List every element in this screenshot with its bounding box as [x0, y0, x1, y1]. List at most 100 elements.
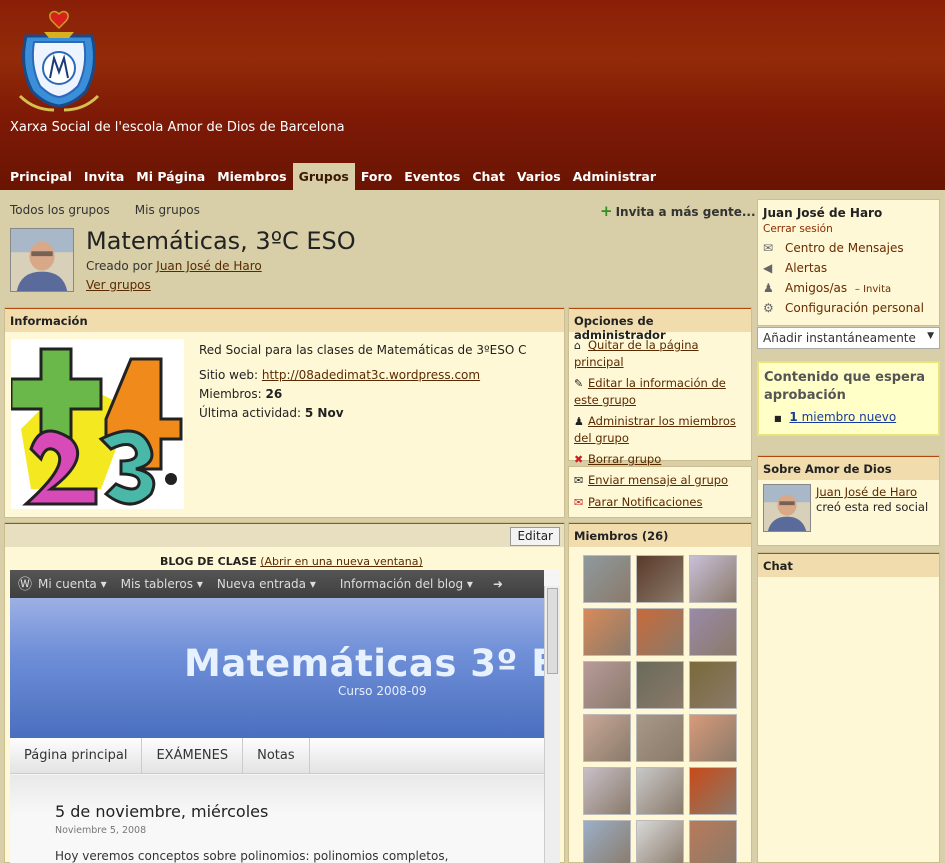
open-new-window-link[interactable]: (Abrir en una nueva ventana): [260, 555, 423, 568]
members-panel: Miembros (26): [568, 522, 752, 863]
member-avatar[interactable]: [689, 661, 737, 709]
blog-tabs: Página principal EXÁMENES Notas: [10, 738, 544, 774]
member-avatar[interactable]: [636, 820, 684, 863]
blog-caption: BLOG DE CLASE (Abrir en una nueva ventan…: [160, 555, 423, 568]
site-tagline: Xarxa Social de l'escola Amor de Dios de…: [10, 120, 345, 135]
info-details: Red Social para las clases de Matemática…: [199, 341, 526, 423]
blog-tab-exams[interactable]: EXÁMENES: [142, 738, 244, 773]
edit-button[interactable]: Editar: [510, 527, 560, 546]
group-created-by: Creado por Juan José de Haro: [86, 259, 262, 273]
manage-members-link[interactable]: ♟ Administrar los miembros del grupo: [569, 413, 751, 446]
about-description: creó esta red social: [816, 500, 929, 514]
scrollbar-thumb[interactable]: [547, 588, 558, 674]
members-heading: Miembros (26): [569, 523, 751, 547]
website-row: Sitio web: http://08adedimat3c.wordpress…: [199, 366, 526, 385]
logout-link[interactable]: Cerrar sesión: [763, 223, 934, 235]
blog-panel: Editar BLOG DE CLASE (Abrir en una nueva…: [4, 522, 565, 863]
send-message-link[interactable]: ✉ Enviar mensaje al grupo: [569, 472, 751, 489]
gear-icon: ⚙: [763, 301, 774, 315]
group-avatar[interactable]: [10, 228, 74, 292]
scrollbar[interactable]: [544, 586, 560, 863]
about-panel: Sobre Amor de Dios Juan José de Haro cre…: [757, 455, 940, 546]
member-avatar[interactable]: [583, 714, 631, 762]
member-avatar[interactable]: [636, 608, 684, 656]
main-nav: Principal Invita Mi Página Miembros Grup…: [4, 163, 662, 190]
pencil-icon: ✎: [574, 377, 584, 390]
edit-group-link[interactable]: ✎ Editar la información de este grupo: [569, 375, 751, 408]
member-avatar[interactable]: [583, 661, 631, 709]
nav-administrar[interactable]: Administrar: [567, 163, 662, 190]
all-groups-link[interactable]: Todos los grupos: [10, 203, 110, 217]
nav-grupos[interactable]: Grupos: [292, 163, 355, 190]
nav-invita[interactable]: Invita: [78, 163, 130, 190]
nav-varios[interactable]: Varios: [511, 163, 567, 190]
wp-menu-dashboards[interactable]: Mis tableros ▾: [121, 577, 203, 591]
blog-iframe[interactable]: Ⓦ Mi cuenta ▾ Mis tableros ▾ Nueva entra…: [10, 570, 560, 863]
view-groups-link[interactable]: Ver grupos: [86, 278, 151, 292]
member-avatar[interactable]: [636, 767, 684, 815]
user-icon: ♟: [763, 281, 774, 295]
messages-link[interactable]: ✉ Centro de Mensajes: [763, 241, 934, 255]
member-avatar[interactable]: [689, 714, 737, 762]
blog-subtitle: Curso 2008-09: [338, 684, 427, 698]
post-body: Hoy veremos conceptos sobre polinomios: …: [55, 849, 449, 863]
member-avatar[interactable]: [583, 555, 631, 603]
member-avatar[interactable]: [636, 714, 684, 762]
about-heading: Sobre Amor de Dios: [758, 456, 939, 480]
plus-icon: +: [600, 202, 613, 220]
activity-label: Última actividad:: [199, 406, 302, 420]
nav-miembros[interactable]: Miembros: [211, 163, 292, 190]
member-avatar[interactable]: [583, 767, 631, 815]
wp-menu-account[interactable]: Mi cuenta ▾: [38, 577, 107, 591]
invite-more-link[interactable]: + Invita a más gente...: [600, 202, 756, 220]
blog-tab-home[interactable]: Página principal: [10, 738, 143, 773]
creator-avatar[interactable]: [763, 484, 811, 532]
blog-tab-grades[interactable]: Notas: [243, 738, 310, 773]
pending-title: Contenido que espera aprobación: [764, 370, 925, 403]
member-avatar[interactable]: [689, 608, 737, 656]
friends-link[interactable]: ♟ Amigos/as – Invita: [763, 281, 934, 295]
group-description: Red Social para las clases de Matemática…: [199, 343, 527, 357]
envelope-icon: ✉: [763, 241, 774, 255]
blog-post: 5 de noviembre, miércoles Noviembre 5, 2…: [10, 775, 544, 863]
member-avatar[interactable]: [689, 820, 737, 863]
my-groups-link[interactable]: Mis grupos: [135, 203, 200, 217]
blog-title[interactable]: Matemáticas 3º ESO: [184, 642, 560, 685]
envelope-off-icon: ✉: [574, 496, 584, 509]
nav-chat[interactable]: Chat: [466, 163, 510, 190]
nav-eventos[interactable]: Eventos: [398, 163, 466, 190]
member-avatar[interactable]: [583, 608, 631, 656]
member-avatar[interactable]: [583, 820, 631, 863]
about-text: Juan José de Haro creó esta red social: [816, 485, 928, 515]
members-row: Miembros: 26: [199, 385, 526, 404]
group-image: [11, 339, 184, 509]
wordpress-icon[interactable]: Ⓦ: [18, 574, 32, 594]
member-avatar[interactable]: [689, 767, 737, 815]
arrow-right-icon[interactable]: ➜: [493, 577, 503, 591]
settings-link[interactable]: ⚙ Configuración personal: [763, 301, 934, 315]
nav-foro[interactable]: Foro: [355, 163, 398, 190]
remove-from-home-link[interactable]: ⌂ Quitar de la página principal: [569, 337, 751, 370]
created-by-label: Creado por: [86, 259, 153, 273]
activity-value: 5 Nov: [304, 406, 344, 420]
wp-menu-blog-info[interactable]: Información del blog ▾: [340, 577, 473, 591]
stop-notifications-link[interactable]: ✉ Parar Notificaciones: [569, 494, 751, 511]
alerts-link[interactable]: ◀ Alertas: [763, 261, 934, 275]
creator-link[interactable]: Juan José de Haro: [156, 259, 261, 273]
member-avatar[interactable]: [636, 555, 684, 603]
website-label: Sitio web:: [199, 368, 259, 382]
about-creator-link[interactable]: Juan José de Haro: [816, 485, 917, 499]
member-avatar[interactable]: [689, 555, 737, 603]
user-name[interactable]: Juan José de Haro: [763, 206, 934, 220]
invite-friends-link[interactable]: – Invita: [855, 284, 891, 295]
nav-principal[interactable]: Principal: [4, 163, 78, 190]
wp-menu-new-post[interactable]: Nueva entrada ▾: [217, 577, 316, 591]
member-avatar[interactable]: [636, 661, 684, 709]
nav-mi-pagina[interactable]: Mi Página: [130, 163, 211, 190]
quick-add-select[interactable]: Añadir instantáneamente ▼: [757, 327, 940, 349]
school-logo[interactable]: [14, 6, 104, 118]
home-icon: ⌂: [574, 339, 581, 352]
website-link[interactable]: http://08adedimat3c.wordpress.com: [262, 368, 480, 382]
post-title[interactable]: 5 de noviembre, miércoles: [55, 802, 268, 821]
pending-item[interactable]: ■ 1 miembro nuevo: [774, 410, 933, 424]
